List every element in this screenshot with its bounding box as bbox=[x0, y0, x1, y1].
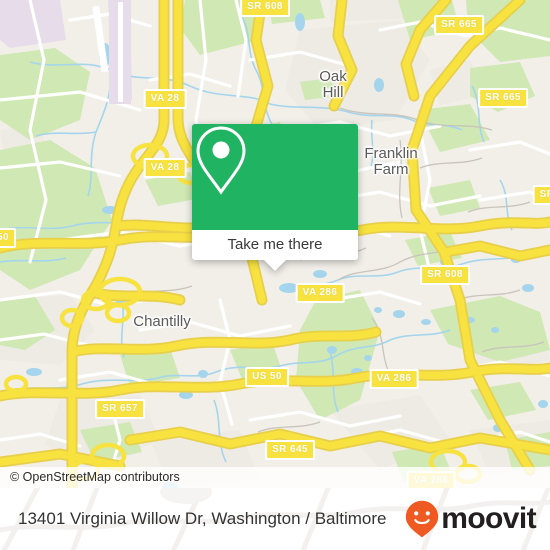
osm-attribution[interactable]: © OpenStreetMap contributors bbox=[0, 467, 550, 488]
road-shield-va-28-upper[interactable]: VA 28 bbox=[143, 89, 187, 109]
road-shield-va-286-upper[interactable]: VA 286 bbox=[295, 283, 345, 303]
take-me-there-button[interactable]: Take me there bbox=[192, 230, 358, 260]
map-canvas[interactable]: Oak Hill Franklin Farm Chantilly SR 608 … bbox=[0, 0, 550, 488]
road-shield-sr-657[interactable]: SR 657 bbox=[95, 399, 145, 419]
moovit-logo[interactable]: moovit bbox=[405, 500, 537, 538]
popup-pointer-triangle bbox=[264, 260, 286, 271]
road-shield-sr-645[interactable]: SR 645 bbox=[265, 440, 315, 460]
popup-header bbox=[192, 124, 358, 230]
road-shield-va-28-lower[interactable]: VA 28 bbox=[143, 158, 187, 178]
take-me-there-label: Take me there bbox=[227, 236, 323, 253]
moovit-wordmark: moovit bbox=[441, 502, 536, 535]
road-shield-50-clipped[interactable]: 50 bbox=[0, 228, 16, 248]
road-shield-va-286-middle[interactable]: VA 286 bbox=[369, 369, 419, 389]
road-shield-sr-665-lower[interactable]: SR 665 bbox=[478, 88, 528, 108]
address-label: 13401 Virginia Willow Dr, Washington / B… bbox=[18, 509, 387, 528]
road-shield-us-50[interactable]: US 50 bbox=[245, 367, 289, 387]
road-shield-sr-608-east[interactable]: SR 608 bbox=[420, 265, 470, 285]
map-screenshot: Oak Hill Franklin Farm Chantilly SR 608 … bbox=[0, 0, 550, 550]
location-popup-card[interactable]: Take me there bbox=[192, 124, 358, 271]
moovit-smiley-pin-icon bbox=[405, 500, 439, 538]
road-shield-sr-608-north[interactable]: SR 608 bbox=[240, 0, 290, 17]
road-shield-sr-clipped[interactable]: SR bbox=[532, 185, 550, 205]
footer-bar: 13401 Virginia Willow Dr, Washington / B… bbox=[0, 488, 550, 550]
road-shield-sr-665-upper[interactable]: SR 665 bbox=[434, 15, 484, 35]
